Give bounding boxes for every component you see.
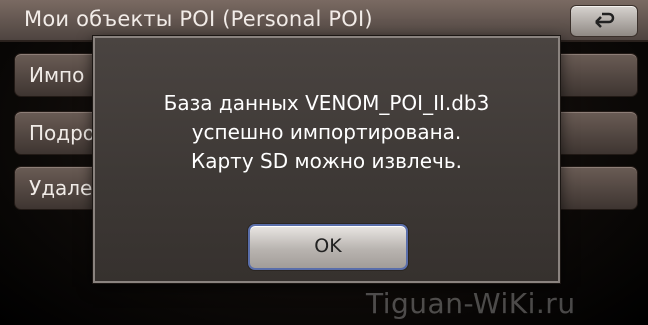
- import-button-label: Импо: [29, 63, 85, 87]
- page-title: Мои объекты POI (Personal POI): [24, 7, 373, 31]
- details-button-label: Подро: [29, 121, 96, 145]
- ok-button[interactable]: OK: [248, 224, 408, 270]
- screen: Мои объекты POI (Personal POI) Импо Подр…: [0, 0, 648, 325]
- dialog-message-line-1: База данных VENOM_POI_II.db3: [163, 91, 490, 115]
- dialog-message-line-3: Карту SD можно извлечь.: [191, 149, 462, 173]
- back-button[interactable]: [570, 5, 638, 37]
- delete-button-label: Удале: [29, 176, 93, 200]
- dialog-message-line-2: успешно импортирована.: [191, 120, 462, 144]
- import-success-dialog: База данных VENOM_POI_II.db3 успешно имп…: [93, 36, 560, 283]
- ok-button-label: OK: [314, 235, 342, 257]
- back-arrow-icon: [595, 12, 615, 28]
- watermark: Tiguan-WiKi.ru: [366, 287, 576, 320]
